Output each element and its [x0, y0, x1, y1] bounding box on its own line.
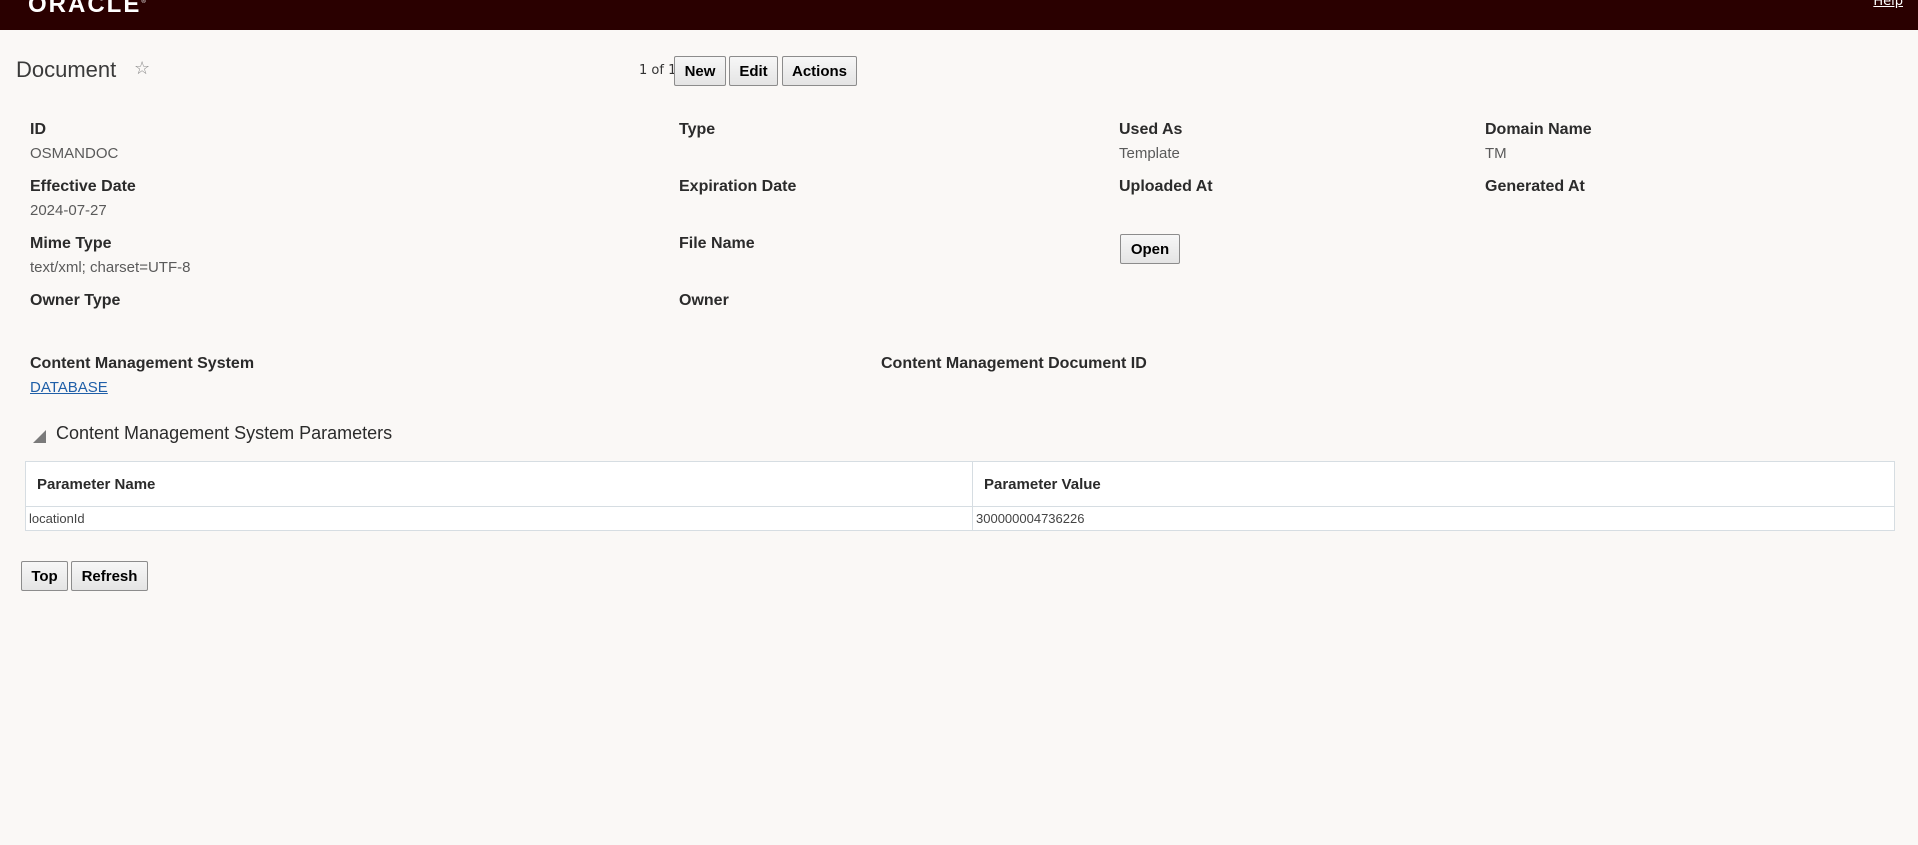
cms-document-id-label: Content Management Document ID: [881, 355, 1147, 372]
mime-type-value: text/xml; charset=UTF-8: [30, 259, 191, 276]
cms-parameters-section-header[interactable]: Content Management System Parameters: [33, 423, 392, 444]
table-header-row: Parameter Name Parameter Value: [25, 461, 1895, 507]
uploaded-at-label: Uploaded At: [1119, 178, 1213, 195]
star-icon[interactable]: ☆: [134, 58, 150, 79]
edit-button[interactable]: Edit: [729, 56, 778, 86]
parameter-value-cell: 300000004736226: [972, 506, 1895, 531]
id-label: ID: [30, 121, 46, 138]
page-title: Document: [16, 57, 117, 82]
id-value: OSMANDOC: [30, 145, 119, 162]
open-file-button[interactable]: Open: [1120, 234, 1180, 264]
collapse-triangle-icon[interactable]: [33, 430, 46, 443]
help-link[interactable]: Help: [1873, 0, 1903, 9]
used-as-label: Used As: [1119, 121, 1183, 138]
new-button[interactable]: New: [674, 56, 726, 86]
column-header-parameter-name[interactable]: Parameter Name: [25, 461, 973, 507]
owner-label: Owner: [679, 292, 729, 309]
generated-at-label: Generated At: [1485, 178, 1585, 195]
top-banner: ORACLE® Help: [0, 0, 1918, 30]
column-header-parameter-value[interactable]: Parameter Value: [972, 461, 1895, 507]
owner-type-label: Owner Type: [30, 292, 121, 309]
mime-type-label: Mime Type: [30, 235, 112, 252]
type-label: Type: [679, 121, 716, 138]
effective-date-value: 2024-07-27: [30, 202, 107, 219]
used-as-value: Template: [1119, 145, 1180, 162]
domain-name-value: TM: [1485, 145, 1507, 162]
refresh-button[interactable]: Refresh: [71, 561, 148, 591]
cms-database-link[interactable]: DATABASE: [30, 379, 108, 396]
file-name-label: File Name: [679, 235, 755, 252]
cms-parameters-table: Parameter Name Parameter Value locationI…: [25, 461, 1895, 531]
cms-label: Content Management System: [30, 355, 255, 372]
expiration-date-label: Expiration Date: [679, 178, 797, 195]
parameter-name-cell: locationId: [25, 506, 973, 531]
table-row[interactable]: locationId 300000004736226: [25, 506, 1895, 531]
section-title: Content Management System Parameters: [56, 423, 393, 443]
domain-name-label: Domain Name: [1485, 121, 1592, 138]
top-button[interactable]: Top: [21, 561, 68, 591]
actions-button[interactable]: Actions: [782, 56, 857, 86]
effective-date-label: Effective Date: [30, 178, 136, 195]
record-pager: 1 of 1: [639, 63, 677, 78]
oracle-logo: ORACLE®: [28, 0, 146, 18]
